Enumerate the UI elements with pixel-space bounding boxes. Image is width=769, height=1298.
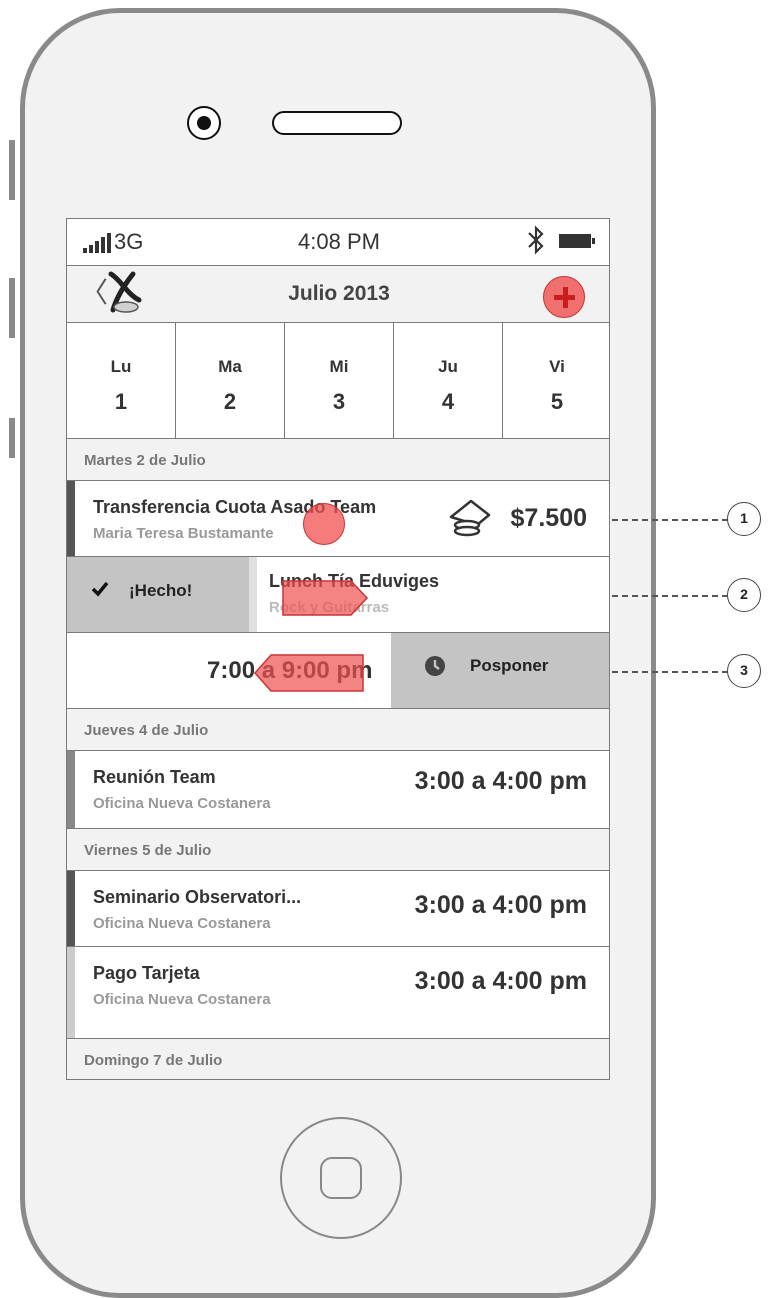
event-color-bar xyxy=(67,947,75,1038)
callout-marker: 2 xyxy=(727,578,761,612)
mute-switch xyxy=(9,140,15,200)
event-color-bar xyxy=(67,481,75,556)
event-time: 3:00 a 4:00 pm xyxy=(414,891,587,919)
volume-down-button xyxy=(9,418,15,458)
add-icon[interactable] xyxy=(543,276,585,318)
page-title: Julio 2013 xyxy=(288,282,390,305)
postpone-action-label: Posponer xyxy=(470,656,549,675)
bluetooth-icon xyxy=(528,225,544,255)
home-button-inner xyxy=(320,1157,362,1199)
day-number: 1 xyxy=(114,389,128,414)
nav-bar: 〈 Julio 2013 xyxy=(67,265,609,323)
day-name: Mi xyxy=(329,357,349,376)
event-color-bar xyxy=(67,871,75,946)
day-number: 2 xyxy=(223,389,237,414)
section-header-friday: Viernes 5 de Julio xyxy=(67,829,609,871)
event-color-bar xyxy=(249,557,257,632)
day-cell[interactable]: Lu 1 xyxy=(67,323,176,438)
volume-up-button xyxy=(9,278,15,338)
event-subtitle: Oficina Nueva Costanera xyxy=(93,991,271,1008)
event-row-meeting[interactable]: Reunión Team Oficina Nueva Costanera 3:0… xyxy=(67,751,609,829)
postpone-action-button[interactable]: Posponer xyxy=(391,633,609,708)
callout-marker: 1 xyxy=(727,502,761,536)
home-button[interactable] xyxy=(280,1117,402,1239)
camera xyxy=(187,106,221,140)
callout-leader xyxy=(612,671,728,673)
day-cell[interactable]: Mi 3 xyxy=(285,323,394,438)
day-name: Ju xyxy=(438,357,458,376)
day-cell[interactable]: Ju 4 xyxy=(394,323,503,438)
event-subtitle: Maria Teresa Bustamante xyxy=(93,525,274,542)
tap-gesture-indicator xyxy=(303,503,345,545)
event-color-bar xyxy=(67,751,75,828)
day-name: Ma xyxy=(218,357,242,376)
coins-icon xyxy=(449,499,491,537)
status-bar: 3G 4:08 PM xyxy=(67,219,609,265)
clock-icon xyxy=(425,656,445,676)
event-time: 3:00 a 4:00 pm xyxy=(414,967,587,995)
day-number: 5 xyxy=(550,389,564,414)
event-title: Seminario Observatori... xyxy=(93,887,302,907)
event-subtitle: Oficina Nueva Costanera xyxy=(93,915,271,932)
day-number: 3 xyxy=(332,389,346,414)
callout-leader xyxy=(612,595,728,597)
done-action-label: ¡Hecho! xyxy=(129,581,193,600)
event-title: Pago Tarjeta xyxy=(93,963,200,983)
event-title: Reunión Team xyxy=(93,767,216,787)
day-name: Vi xyxy=(549,357,565,376)
event-amount: $7.500 xyxy=(510,504,587,532)
section-header-tuesday: Martes 2 de Julio xyxy=(67,439,609,481)
event-row-payment[interactable]: Pago Tarjeta Oficina Nueva Costanera 3:0… xyxy=(67,947,609,1039)
event-time: 3:00 a 4:00 pm xyxy=(414,767,587,795)
app-screen: 3G 4:08 PM 〈 Julio 2013 Lu 1 Ma 2 Mi 3 Ju 4 … xyxy=(66,218,610,1080)
section-header-sunday: Domingo 7 de Julio xyxy=(67,1039,609,1079)
day-cell[interactable]: Vi 5 xyxy=(503,323,609,438)
check-icon xyxy=(91,581,109,597)
day-cell[interactable]: Ma 2 xyxy=(176,323,285,438)
battery-icon xyxy=(559,234,595,248)
day-name: Lu xyxy=(110,357,132,376)
speaker xyxy=(272,111,402,135)
event-row-seminar[interactable]: Seminario Observatori... Oficina Nueva C… xyxy=(67,871,609,947)
swipe-gesture-indicator xyxy=(253,654,364,692)
callout-marker: 3 xyxy=(727,654,761,688)
day-number: 4 xyxy=(441,389,455,414)
done-action-button[interactable]: ¡Hecho! xyxy=(67,557,249,632)
section-header-thursday: Jueves 4 de Julio xyxy=(67,709,609,751)
event-subtitle: Oficina Nueva Costanera xyxy=(93,795,271,812)
callout-leader xyxy=(612,519,728,521)
swipe-gesture-indicator xyxy=(282,580,369,616)
week-strip: Lu 1 Ma 2 Mi 3 Ju 4 Vi 5 xyxy=(67,323,609,439)
